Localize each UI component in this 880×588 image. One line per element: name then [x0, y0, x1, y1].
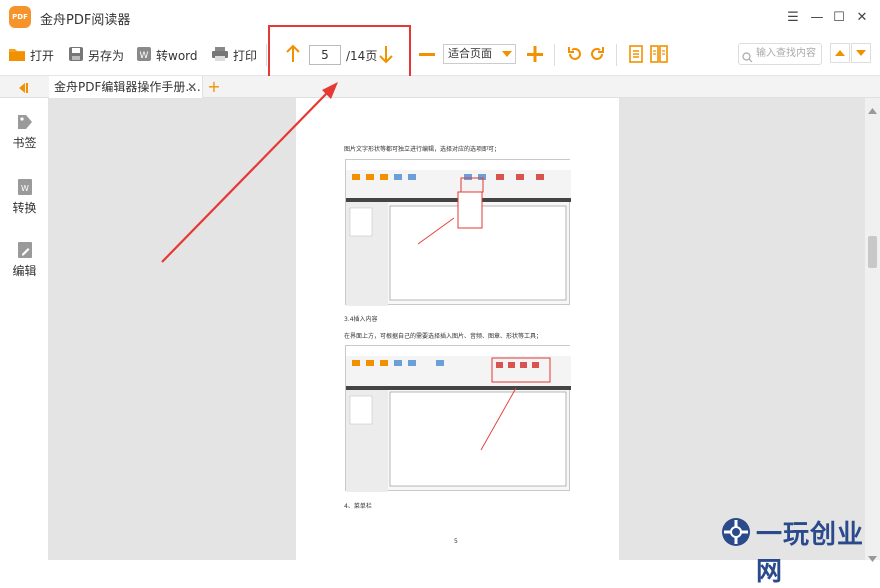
- plus-icon: [527, 46, 543, 62]
- convert-icon: W: [17, 179, 32, 195]
- sidebar-item-label: 编辑: [12, 264, 37, 278]
- page-nav-highlight: [268, 25, 411, 81]
- tab-close-icon[interactable]: ✕: [187, 76, 197, 98]
- section-heading: 4、菜单栏: [344, 503, 372, 510]
- separator: [616, 44, 617, 66]
- tab-document[interactable]: 金舟PDF编辑器操作手册.... ✕: [49, 76, 203, 98]
- rotate-left-button[interactable]: [566, 45, 584, 63]
- open-button[interactable]: 打开: [8, 44, 54, 66]
- scroll-up-icon[interactable]: [868, 100, 877, 114]
- menu-button[interactable]: ☰: [784, 8, 802, 26]
- rotate-right-button[interactable]: [588, 45, 606, 63]
- section-heading: 3.4插入内容: [344, 316, 378, 323]
- side-panel: 书签 W 转换 编辑: [0, 98, 49, 560]
- rotate-right-icon: [591, 47, 604, 60]
- sidebar-item-edit[interactable]: 编辑: [0, 241, 49, 279]
- new-tab-button[interactable]: +: [206, 76, 222, 98]
- watermark-logo: [720, 516, 752, 548]
- app-logo: PDF: [9, 6, 31, 28]
- double-page-icon: [650, 45, 668, 63]
- double-page-view-button[interactable]: [650, 45, 668, 63]
- embedded-screenshot: [345, 159, 571, 306]
- page-text-line: 在界面上方，可根据自己的需要选择插入图片、音频、图章、形状等工具；: [344, 333, 543, 340]
- open-label: 打开: [30, 48, 55, 63]
- sidebar-item-bookmark[interactable]: 书签: [0, 113, 49, 151]
- zoom-value: 适合页面: [448, 47, 492, 60]
- printer-icon: [211, 46, 229, 65]
- edit-icon: [17, 242, 32, 258]
- collapse-left-icon: [19, 83, 28, 93]
- caret-down-icon: [856, 50, 866, 56]
- caret-up-icon: [835, 50, 845, 56]
- tab-label: 金舟PDF编辑器操作手册....: [54, 80, 201, 94]
- search-icon: [742, 48, 753, 63]
- separator: [266, 44, 267, 66]
- to-word-button[interactable]: W 转word: [136, 44, 198, 66]
- sidebar-item-label: 书签: [12, 136, 37, 150]
- rotate-left-icon: [568, 47, 581, 60]
- zoom-in-button[interactable]: [526, 45, 544, 63]
- bookmark-icon: [17, 115, 32, 129]
- pdf-page: 图片文字形状等都可独立进行编辑，选择对应的选项即可； 3.4插入内容 在界面上方…: [296, 98, 619, 560]
- title-bar: PDF 金舟PDF阅读器 ☰ — ☐ ✕: [0, 0, 880, 34]
- print-label: 打印: [233, 48, 258, 63]
- watermark-text: 一玩创业网: [756, 520, 865, 587]
- page-number: 5: [454, 538, 458, 545]
- sidebar-item-label: 转换: [12, 201, 37, 215]
- close-button[interactable]: ✕: [853, 8, 871, 26]
- single-page-view-button[interactable]: [628, 45, 644, 63]
- app-title: 金舟PDF阅读器: [40, 13, 131, 28]
- maximize-button[interactable]: ☐: [830, 8, 848, 26]
- separator: [554, 44, 555, 66]
- single-page-icon: [629, 45, 643, 63]
- svg-text:W: W: [21, 184, 29, 193]
- svg-text:W: W: [140, 51, 149, 61]
- save-icon: [68, 46, 84, 65]
- minimize-button[interactable]: —: [808, 8, 826, 26]
- vertical-scrollbar[interactable]: [865, 98, 880, 560]
- save-as-label: 另存为: [88, 48, 125, 63]
- collapse-sidebar-button[interactable]: [15, 80, 31, 94]
- embedded-screenshot: [345, 345, 571, 492]
- folder-icon: [8, 46, 26, 65]
- search-next-button[interactable]: [851, 43, 871, 63]
- sidebar-item-convert[interactable]: W 转换: [0, 178, 49, 216]
- print-button[interactable]: 打印: [211, 44, 257, 66]
- page-text-line: 图片文字形状等都可独立进行编辑，选择对应的选项即可；: [344, 146, 501, 153]
- search-prev-button[interactable]: [830, 43, 850, 63]
- zoom-select[interactable]: 适合页面: [443, 44, 516, 64]
- save-as-button[interactable]: 另存为: [68, 44, 124, 66]
- zoom-out-button[interactable]: [418, 45, 436, 63]
- scroll-thumb[interactable]: [868, 236, 877, 268]
- word-icon: W: [136, 46, 152, 65]
- chevron-down-icon: [502, 51, 512, 57]
- search-placeholder: 输入查找内容: [756, 48, 816, 59]
- minus-icon: [419, 53, 435, 56]
- to-word-label: 转word: [156, 48, 198, 63]
